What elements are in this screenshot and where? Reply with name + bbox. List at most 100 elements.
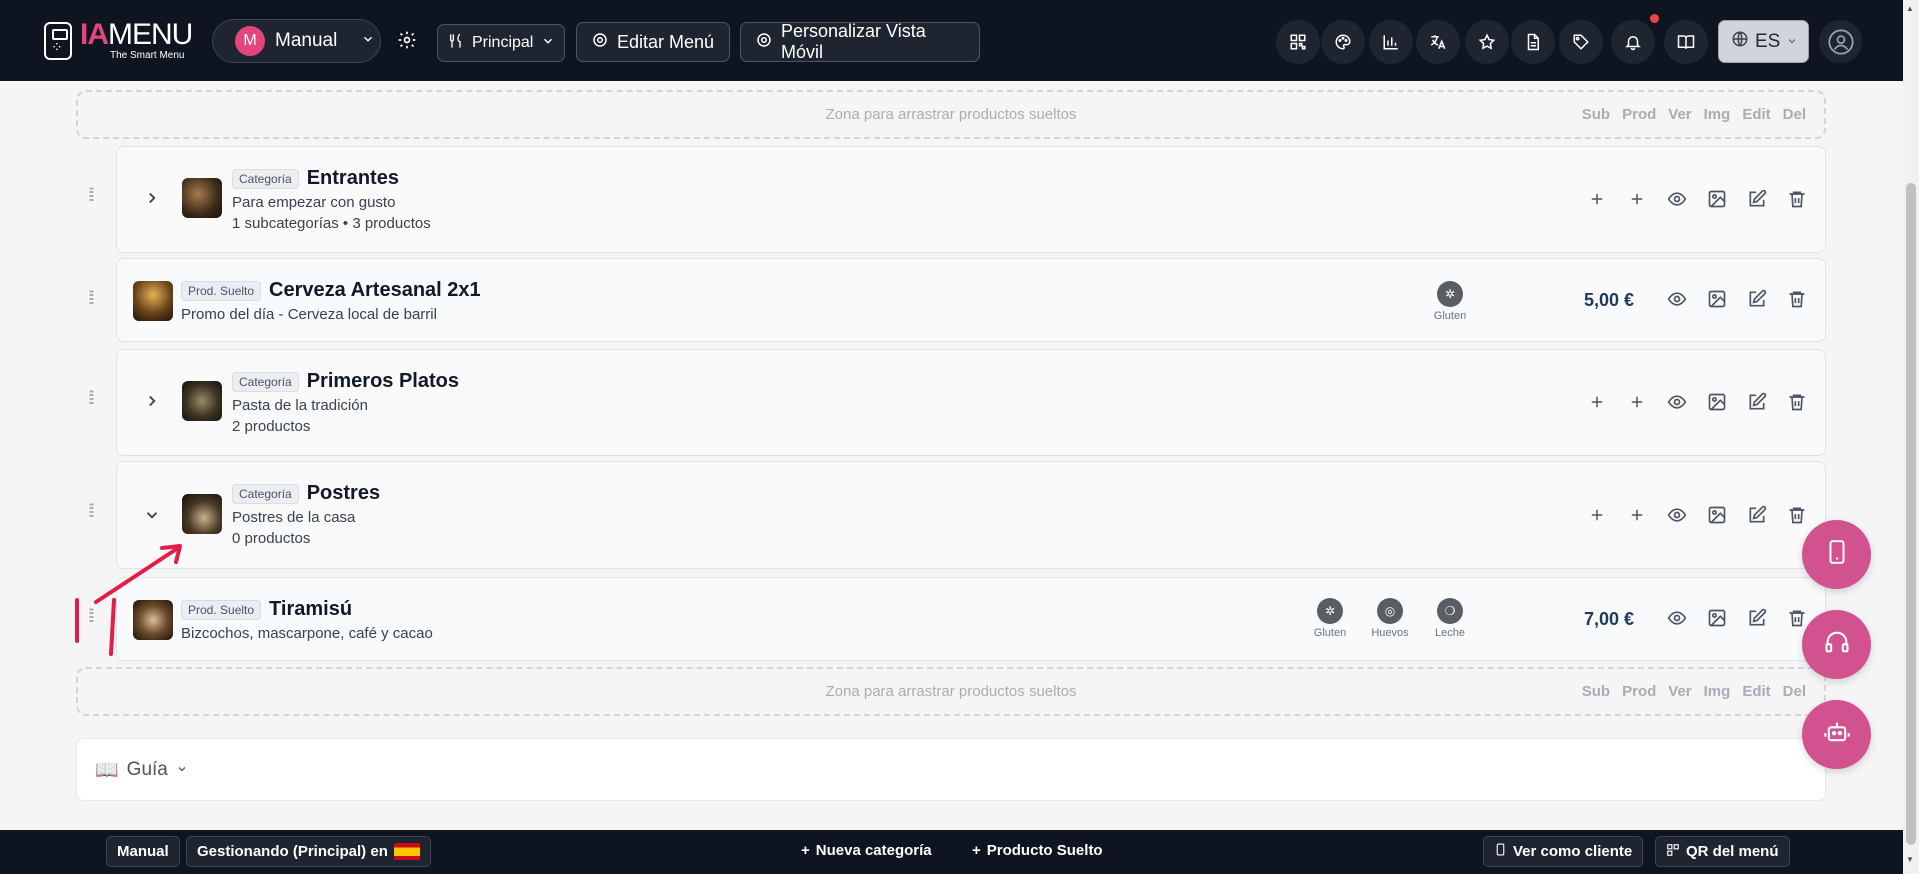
trash-icon[interactable] xyxy=(1786,189,1808,209)
book-icon[interactable] xyxy=(1664,20,1708,64)
support-fab[interactable] xyxy=(1802,610,1871,679)
category-thumbnail xyxy=(182,381,222,421)
trash-icon[interactable] xyxy=(1786,392,1808,412)
drag-handle-icon[interactable]: ⁞⁞ xyxy=(88,186,100,204)
add-product-icon[interactable] xyxy=(1626,393,1648,411)
drag-handle-icon[interactable]: ⁞⁞ xyxy=(88,389,100,407)
allergen-gluten: ✲ Gluten xyxy=(1310,598,1350,639)
principal-dropdown[interactable]: Principal xyxy=(437,24,565,62)
gear-icon xyxy=(755,31,773,54)
palette-icon[interactable] xyxy=(1321,20,1365,64)
bottom-bar: Manual Gestionando (Principal) en + Nuev… xyxy=(0,830,1903,874)
category-row-postres[interactable]: Categoría Postres Postres de la casa 0 pr… xyxy=(116,461,1826,569)
chevron-right-icon[interactable] xyxy=(143,392,161,415)
app-logo[interactable]: IAMENU The Smart Menu xyxy=(44,18,193,61)
eye-icon[interactable] xyxy=(1666,189,1688,209)
drag-handle-icon[interactable]: ⁞⁞ xyxy=(88,607,100,625)
scroll-up-arrow[interactable]: ▲ xyxy=(1906,4,1914,13)
language-selector[interactable]: ES xyxy=(1718,20,1809,63)
manual-button[interactable]: Manual xyxy=(106,836,180,867)
mobile-preview-fab[interactable] xyxy=(1802,520,1871,589)
chevron-right-icon[interactable] xyxy=(143,189,161,212)
personalizar-vista-movil-button[interactable]: Personalizar Vista Móvil xyxy=(740,21,980,62)
chevron-down-icon[interactable] xyxy=(143,506,161,529)
chevron-down-icon xyxy=(176,759,188,781)
product-title: Tiramisú xyxy=(269,598,353,620)
principal-label: Principal xyxy=(472,34,534,51)
edit-icon[interactable] xyxy=(1746,189,1768,209)
allergen-label: Gluten xyxy=(1433,310,1467,322)
drag-handle-icon[interactable]: ⁞⁞ xyxy=(88,289,100,307)
user-icon[interactable] xyxy=(1819,20,1862,63)
eye-icon[interactable] xyxy=(1666,505,1688,525)
nueva-categoria-button[interactable]: + Nueva categoría xyxy=(801,842,932,859)
translate-icon[interactable] xyxy=(1416,20,1460,64)
allergen-gluten: ✲ Gluten xyxy=(1430,281,1470,322)
drop-zone-top[interactable]: Zona para arrastrar productos sueltos Su… xyxy=(76,90,1826,139)
qr-icon[interactable] xyxy=(1276,20,1320,64)
trash-icon[interactable] xyxy=(1786,289,1808,309)
tag-icon[interactable] xyxy=(1559,20,1603,64)
qr-menu-button[interactable]: QR del menú xyxy=(1655,836,1790,867)
category-row-entrantes[interactable]: Categoría Entrantes Para empezar con gust… xyxy=(116,146,1826,253)
eye-icon[interactable] xyxy=(1666,392,1688,412)
product-badge: Prod. Suelto xyxy=(181,280,262,301)
image-icon[interactable] xyxy=(1706,505,1728,525)
ai-assistant-fab[interactable] xyxy=(1802,700,1871,769)
add-subcategory-icon[interactable] xyxy=(1586,190,1608,208)
manual-label: Manual xyxy=(117,843,169,860)
col-prod: Prod xyxy=(1622,106,1657,123)
col-sub: Sub xyxy=(1581,106,1611,123)
drag-handle-icon[interactable]: ⁞⁞ xyxy=(88,502,100,520)
settings-gear-icon[interactable] xyxy=(397,30,417,55)
scroll-down-arrow[interactable]: ▼ xyxy=(1906,855,1914,864)
allergen-leche: ❍ Leche xyxy=(1430,598,1470,639)
product-badge: Prod. Suelto xyxy=(181,599,262,620)
add-product-icon[interactable] xyxy=(1626,506,1648,524)
ver-como-cliente-button[interactable]: Ver como cliente xyxy=(1483,836,1644,867)
book-icon: 📖 xyxy=(95,759,119,781)
category-row-primeros-platos[interactable]: Categoría Primeros Platos Pasta de la tra… xyxy=(116,349,1826,456)
eye-icon[interactable] xyxy=(1666,608,1688,628)
scrollbar-thumb[interactable] xyxy=(1906,183,1916,845)
editar-menu-button[interactable]: Editar Menú xyxy=(576,22,730,62)
product-thumbnail xyxy=(133,281,173,321)
image-icon[interactable] xyxy=(1706,608,1728,628)
gestionando-button[interactable]: Gestionando (Principal) en xyxy=(186,836,431,867)
document-icon[interactable] xyxy=(1511,20,1555,64)
edit-icon[interactable] xyxy=(1746,392,1768,412)
row-actions xyxy=(1666,289,1808,309)
col-del: Del xyxy=(1782,683,1806,700)
column-headers: Sub Prod Ver Img Edit Del xyxy=(1582,683,1806,700)
col-edit: Edit xyxy=(1742,683,1771,700)
edit-icon[interactable] xyxy=(1746,289,1768,309)
chevron-down-icon xyxy=(1786,31,1798,53)
chart-icon[interactable] xyxy=(1369,20,1413,64)
drop-zone-label: Zona para arrastrar productos sueltos xyxy=(825,106,1077,123)
logo-ia-text: IA xyxy=(80,18,109,51)
edit-icon[interactable] xyxy=(1746,608,1768,628)
add-subcategory-icon[interactable] xyxy=(1586,506,1608,524)
eye-icon[interactable] xyxy=(1666,289,1688,309)
guide-section[interactable]: 📖 Guía xyxy=(76,738,1826,801)
category-thumbnail xyxy=(182,178,222,218)
trash-icon[interactable] xyxy=(1786,608,1808,628)
category-meta: 0 productos xyxy=(232,530,311,547)
drop-zone-bottom[interactable]: Zona para arrastrar productos sueltos Su… xyxy=(76,667,1826,716)
editar-menu-label: Editar Menú xyxy=(617,31,715,52)
bell-icon[interactable] xyxy=(1611,20,1655,64)
menu-selector[interactable]: M Manual xyxy=(212,19,381,63)
trash-icon[interactable] xyxy=(1786,505,1808,525)
product-row-tiramisu[interactable]: Prod. Suelto Tiramisú Bizcochos, mascarpo… xyxy=(116,577,1826,661)
image-icon[interactable] xyxy=(1706,289,1728,309)
add-product-icon[interactable] xyxy=(1626,190,1648,208)
image-icon[interactable] xyxy=(1706,189,1728,209)
edit-icon[interactable] xyxy=(1746,505,1768,525)
image-icon[interactable] xyxy=(1706,392,1728,412)
add-subcategory-icon[interactable] xyxy=(1586,393,1608,411)
star-icon[interactable] xyxy=(1465,20,1509,64)
utensils-icon xyxy=(448,33,464,54)
allergen-label: Huevos xyxy=(1371,627,1409,639)
producto-suelto-button[interactable]: + Producto Suelto xyxy=(972,842,1103,859)
product-row-cerveza[interactable]: Prod. Suelto Cerveza Artesanal 2x1 Promo … xyxy=(116,258,1826,342)
